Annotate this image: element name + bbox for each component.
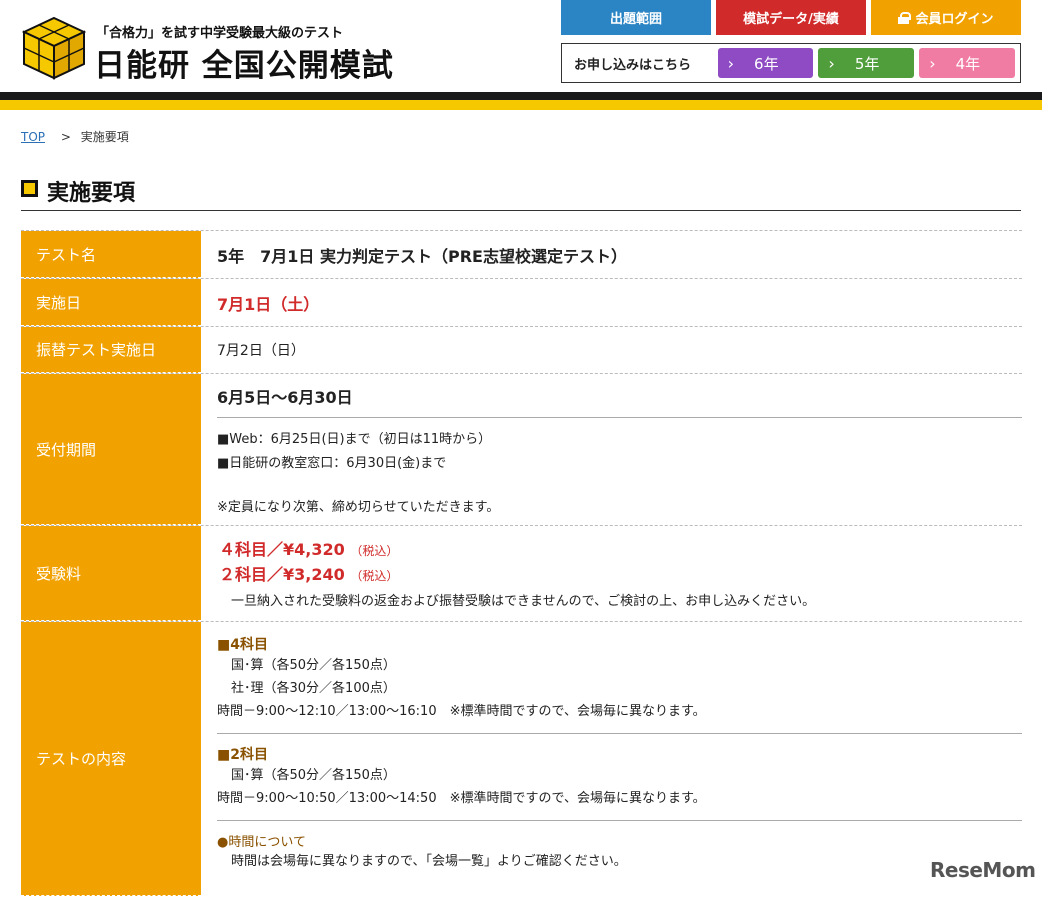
content-four-section: ■4科目 国･算（各50分／各150点） 社･理（各30分／各100点） 時間－… (217, 624, 1022, 734)
grade4-label: 4年 (955, 54, 981, 73)
content-time-section: ●時間について 時間は会場毎に異なりますので、「会場一覧」よりご確認ください。 (217, 821, 1022, 883)
site-logo[interactable]: 「合格力」を試す中学受験最大級のテスト 日能研 全国公開模試 (22, 14, 394, 84)
table-row-reception: 受付期間 6月5日〜6月30日 ■Web：6月25日(日)まで（初日は11時から… (21, 373, 1022, 525)
nav-data-label: 模試データ/実績 (743, 12, 839, 27)
four-subject-time: 時間－9:00〜12:10／13:00〜16:10 ※標準時間ですので、会場毎に… (217, 704, 706, 719)
four-subject-line: 社･理（各30分／各100点） (231, 681, 396, 696)
fee-tax-label: （税込） (350, 569, 399, 583)
nav-data-button[interactable]: 模試データ/実績 (716, 0, 866, 35)
reception-details: ■Web：6月25日(日)まで（初日は11時から） ■日能研の教室窓口：6月30… (217, 418, 1022, 520)
row-value: 7月2日（日） (201, 327, 1022, 373)
nav-scope-label: 出題範囲 (609, 12, 662, 27)
fee-two-subjects: ２科目／¥3,240 （税込） (217, 563, 1022, 588)
chevron-right-icon: › (828, 53, 835, 73)
row-header: 受験料 (21, 526, 201, 621)
test-name-value: 5年 7月1日 実力判定テスト（PRE志望校選定テスト） (217, 246, 627, 266)
row-header: 受付期間 (21, 374, 201, 525)
reception-period: 6月5日〜6月30日 (217, 387, 353, 407)
breadcrumb-separator: > (60, 130, 71, 144)
site-header: 「合格力」を試す中学受験最大級のテスト 日能研 全国公開模試 出題範囲 模試デー… (0, 0, 1042, 110)
row-value: 7月1日（土） (201, 279, 1022, 326)
reception-period-row: 6月5日〜6月30日 (217, 374, 1022, 418)
nav-scope-button[interactable]: 出題範囲 (561, 0, 711, 35)
page-title-text: 実施要項 (47, 181, 136, 206)
time-note-text: 時間は会場毎に異なりますので、「会場一覧」よりご確認ください。 (231, 854, 627, 869)
two-subjects-heading: ■2科目 (217, 747, 268, 763)
date-value: 7月1日（土） (217, 294, 320, 314)
nav-login-button[interactable]: 会員ログイン (871, 0, 1021, 35)
fee-four-value: ４科目／¥4,320 (219, 540, 345, 559)
page-title: 実施要項 (21, 174, 1021, 211)
row-value: ■4科目 国･算（各50分／各150点） 社･理（各30分／各100点） 時間－… (201, 622, 1022, 896)
four-subject-line: 国･算（各50分／各150点） (231, 658, 396, 673)
row-header: 実施日 (21, 279, 201, 326)
lock-icon (898, 11, 912, 24)
breadcrumb-top-link[interactable]: TOP (21, 130, 45, 144)
table-row-alt-date: 振替テスト実施日 7月2日（日） (21, 326, 1022, 373)
apply-panel: お申し込みはこちら › 6年 › 5年 › 4年 (561, 43, 1021, 83)
alt-date-value: 7月2日（日） (217, 343, 305, 359)
header-divider-yellow (0, 100, 1042, 110)
table-row-date: 実施日 7月1日（土） (21, 278, 1022, 326)
logo-tagline: 「合格力」を試す中学受験最大級のテスト (96, 26, 344, 41)
row-header: テスト名 (21, 231, 201, 278)
two-subject-line: 国･算（各50分／各150点） (231, 768, 396, 783)
logo-title: 日能研 全国公開模試 (94, 48, 394, 84)
fee-two-value: ２科目／¥3,240 (219, 565, 345, 584)
table-row-content: テストの内容 ■4科目 国･算（各50分／各150点） 社･理（各30分／各10… (21, 621, 1022, 896)
nav-login-label: 会員ログイン (915, 12, 994, 27)
fee-tax-label: （税込） (350, 544, 399, 558)
fee-four-subjects: ４科目／¥4,320 （税込） (217, 538, 1022, 563)
row-value: 6月5日〜6月30日 ■Web：6月25日(日)まで（初日は11時から） ■日能… (201, 374, 1022, 525)
apply-grade6-button[interactable]: › 6年 (717, 48, 814, 78)
table-row-fee: 受験料 ４科目／¥4,320 （税込） ２科目／¥3,240 （税込） 一旦納入… (21, 525, 1022, 621)
time-note-heading: ●時間について (217, 835, 306, 850)
title-square-icon (21, 180, 38, 197)
grade5-label: 5年 (854, 54, 880, 73)
table-row-test-name: テスト名 5年 7月1日 実力判定テスト（PRE志望校選定テスト） (21, 230, 1022, 278)
row-header: 振替テスト実施日 (21, 327, 201, 373)
logo-cube-icon (22, 16, 86, 80)
apply-grade5-button[interactable]: › 5年 (818, 48, 915, 78)
content-two-section: ■2科目 国･算（各50分／各150点） 時間－9:00〜10:50／13:00… (217, 734, 1022, 821)
breadcrumb: TOP > 実施要項 (21, 128, 129, 145)
chevron-right-icon: › (727, 53, 735, 73)
apply-grade4-button[interactable]: › 4年 (919, 48, 1015, 78)
fee-note: 一旦納入された受験料の返金および振替受験はできませんので、ご検討の上、お申し込み… (231, 594, 816, 609)
info-table: テスト名 5年 7月1日 実力判定テスト（PRE志望校選定テスト） 実施日 7月… (21, 230, 1022, 896)
apply-label: お申し込みはこちら (574, 57, 692, 73)
reception-web-line: ■Web：6月25日(日)まで（初日は11時から） (217, 432, 492, 447)
watermark-logo: ReseMom (930, 858, 1036, 882)
row-value: 5年 7月1日 実力判定テスト（PRE志望校選定テスト） (201, 231, 1022, 278)
breadcrumb-current: 実施要項 (80, 130, 129, 144)
grade6-label: 6年 (754, 54, 779, 73)
four-subjects-heading: ■4科目 (217, 637, 268, 653)
row-header: テストの内容 (21, 622, 201, 896)
row-value: ４科目／¥4,320 （税込） ２科目／¥3,240 （税込） 一旦納入された受… (201, 526, 1022, 621)
reception-counter-line: ■日能研の教室窓口：6月30日(金)まで (217, 456, 447, 471)
two-subject-time: 時間－9:00〜10:50／13:00〜14:50 ※標準時間ですので、会場毎に… (217, 791, 706, 806)
reception-note: ※定員になり次第、締め切らせていただきます。 (217, 500, 500, 515)
chevron-right-icon: › (929, 53, 936, 73)
header-divider-black (0, 92, 1042, 100)
